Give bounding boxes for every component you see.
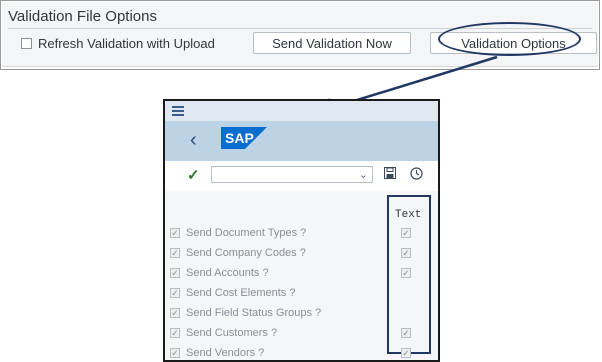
clock-icon[interactable] xyxy=(410,167,423,180)
highlight-ellipse xyxy=(438,22,581,56)
option-checkbox[interactable]: ✓ xyxy=(170,268,180,278)
text-checkbox[interactable]: ✓ xyxy=(401,328,411,338)
option-label: Send Cost Elements ? xyxy=(186,287,296,299)
option-checkbox[interactable]: ✓ xyxy=(170,248,180,258)
check-icon[interactable]: ✓ xyxy=(187,166,200,184)
option-row[interactable]: ✓ Send Cost Elements ? xyxy=(170,286,295,300)
svg-text:SAP: SAP xyxy=(225,130,254,146)
option-label: Send Document Types ? xyxy=(186,227,307,239)
send-validation-now-button[interactable]: Send Validation Now xyxy=(253,32,411,54)
sap-toolbar: ✓ ⌄ xyxy=(165,161,438,191)
text-column-header: Text xyxy=(395,209,422,221)
option-label: Send Field Status Groups ? xyxy=(186,307,322,319)
text-checkbox[interactable]: ✓ xyxy=(401,228,411,238)
option-checkbox[interactable]: ✓ xyxy=(170,288,180,298)
option-row[interactable]: ✓ Send Field Status Groups ? xyxy=(170,306,321,320)
text-checkbox[interactable]: ✓ xyxy=(401,348,411,358)
sap-logo: SAP xyxy=(221,127,267,149)
option-row[interactable]: ✓ Send Document Types ? xyxy=(170,226,306,240)
option-row[interactable]: ✓ Send Customers ? xyxy=(170,326,277,340)
refresh-validation-option[interactable]: Refresh Validation with Upload xyxy=(21,36,215,51)
hamburger-icon[interactable] xyxy=(172,106,184,116)
text-checkbox[interactable]: ✓ xyxy=(401,248,411,258)
panel-title: Validation File Options xyxy=(8,8,157,25)
text-checkbox[interactable]: ✓ xyxy=(401,268,411,278)
sap-options-body: Text ✓ Send Document Types ? ✓ ✓ Send Co… xyxy=(165,191,438,360)
option-checkbox[interactable]: ✓ xyxy=(170,328,180,338)
option-row[interactable]: ✓ Send Vendors ? xyxy=(170,346,264,360)
option-checkbox[interactable]: ✓ xyxy=(170,348,180,358)
option-label: Send Company Codes ? xyxy=(186,247,306,259)
refresh-label: Refresh Validation with Upload xyxy=(38,36,215,51)
option-checkbox[interactable]: ✓ xyxy=(170,228,180,238)
save-icon[interactable] xyxy=(384,167,396,179)
back-icon[interactable]: ‹ xyxy=(190,130,197,150)
sap-header: ‹ SAP xyxy=(165,121,438,161)
option-label: Send Vendors ? xyxy=(186,347,265,359)
option-row[interactable]: ✓ Send Accounts ? xyxy=(170,266,269,280)
refresh-checkbox[interactable] xyxy=(21,38,32,49)
chevron-down-icon[interactable]: ⌄ xyxy=(359,167,368,183)
option-checkbox[interactable]: ✓ xyxy=(170,308,180,318)
option-label: Send Accounts ? xyxy=(186,267,269,279)
sap-menu-bar xyxy=(165,101,438,121)
command-select[interactable]: ⌄ xyxy=(211,166,373,183)
sap-validation-options-window: ‹ SAP ✓ ⌄ Text ✓ Send Document Types ? ✓ xyxy=(163,99,440,362)
option-row[interactable]: ✓ Send Company Codes ? xyxy=(170,246,306,260)
option-label: Send Customers ? xyxy=(186,327,278,339)
